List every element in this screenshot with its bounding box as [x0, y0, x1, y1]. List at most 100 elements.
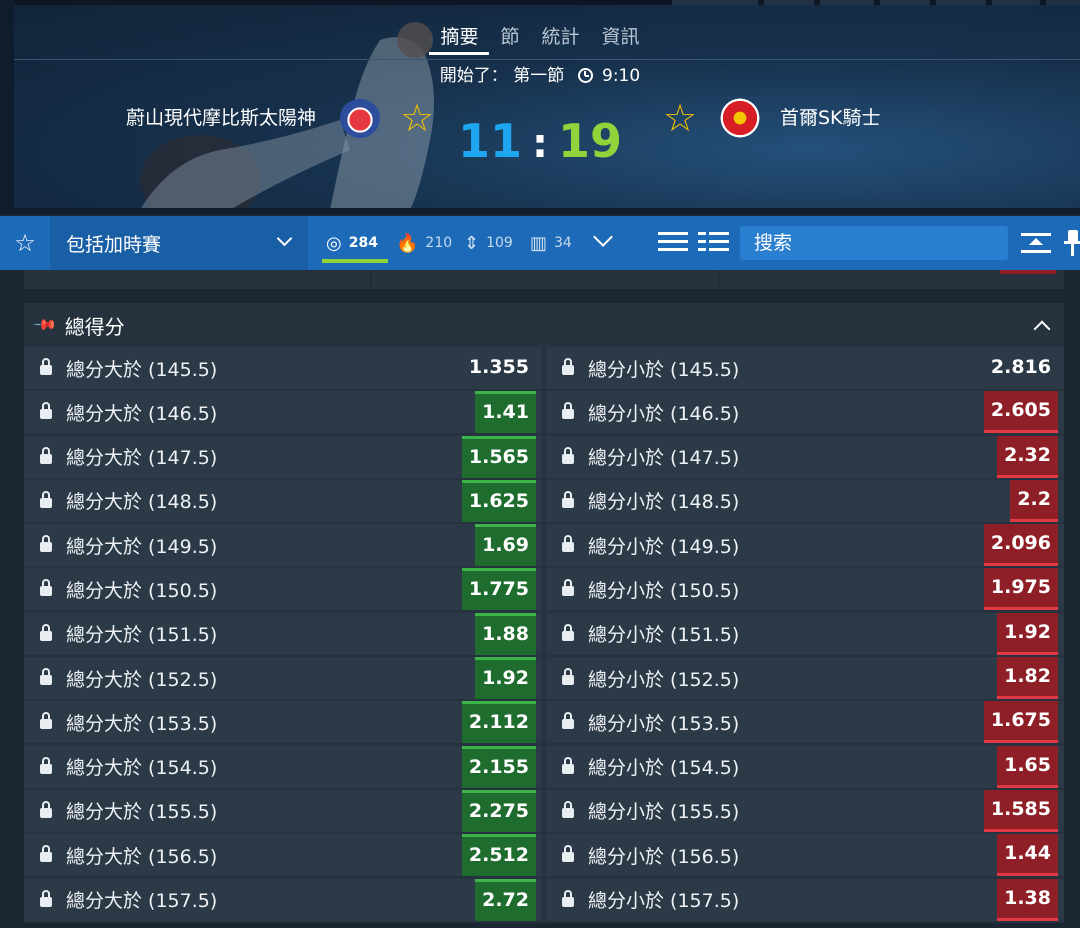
header-bottom-edge — [0, 208, 1080, 214]
lock-icon — [562, 579, 574, 597]
under-outcome-button[interactable]: 總分小於 (145.5) 2.816 — [546, 347, 1064, 389]
away-team-logo — [720, 98, 760, 138]
over-outcome-button[interactable]: 總分大於 (156.5) 2.512 — [24, 834, 542, 877]
lock-icon — [40, 668, 52, 686]
under-odds-value: 2.32 — [997, 435, 1058, 478]
tab-quarter[interactable]: 節 — [489, 22, 530, 55]
lock-icon — [40, 490, 52, 508]
over-outcome-button[interactable]: 總分大於 (154.5) 2.155 — [24, 745, 542, 788]
handicap-markets-count: 109 — [486, 235, 513, 251]
under-outcome-button[interactable]: 總分小於 (149.5) 2.096 — [546, 524, 1064, 567]
over-outcome-button[interactable]: 總分大於 (150.5) 1.775 — [24, 568, 542, 611]
over-odds-value: 1.775 — [461, 568, 536, 611]
under-outcome-label: 總分小於 (146.5) — [588, 402, 740, 425]
lock-icon — [562, 845, 574, 863]
under-outcome-label: 總分小於 (149.5) — [588, 535, 740, 558]
over-outcome-label: 總分大於 (152.5) — [66, 668, 218, 691]
under-outcome-button[interactable]: 總分小於 (153.5) 1.675 — [546, 701, 1064, 744]
filter-stats-markets[interactable]: ▥ 34 — [530, 216, 572, 270]
market-row: 總分大於 (145.5) 1.355 總分小於 (145.5) 2.816 — [24, 347, 1064, 391]
under-outcome-label: 總分小於 (152.5) — [588, 668, 740, 691]
market-search-input[interactable] — [740, 226, 1008, 260]
lock-icon — [40, 446, 52, 464]
market-rows: 總分大於 (145.5) 1.355 總分小於 (145.5) 2.816 總分大於 (… — [24, 347, 1064, 923]
filter-popular-markets[interactable]: 🔥 210 — [396, 216, 452, 270]
expand-filters-chevron-icon[interactable] — [593, 227, 613, 247]
tab-stats[interactable]: 統計 — [531, 22, 591, 55]
under-outcome-button[interactable]: 總分小於 (148.5) 2.2 — [546, 479, 1064, 522]
collapse-all-icon[interactable] — [1021, 233, 1051, 253]
favorites-star-icon[interactable]: ☆ — [0, 216, 50, 270]
sort-icon: ⇕ — [464, 232, 480, 254]
over-outcome-button[interactable]: 總分大於 (145.5) 1.355 — [24, 347, 542, 389]
under-outcome-button[interactable]: 總分小於 (151.5) 1.92 — [546, 612, 1064, 655]
market-row: 總分大於 (146.5) 1.41 總分小於 (146.5) 2.605 — [24, 391, 1064, 435]
lock-icon — [562, 623, 574, 641]
under-outcome-button[interactable]: 總分小於 (152.5) 1.82 — [546, 657, 1064, 700]
under-outcome-label: 總分小於 (151.5) — [588, 624, 740, 647]
under-odds-value: 2.816 — [990, 356, 1051, 378]
away-team-name: 首爾SK騎士 — [780, 107, 881, 129]
over-outcome-label: 總分大於 (153.5) — [66, 712, 218, 735]
market-title: 總得分 — [64, 314, 125, 339]
match-status: 開始了： 第一節 9:10 — [0, 64, 1080, 88]
under-odds-value: 2.605 — [983, 391, 1058, 434]
over-outcome-button[interactable]: 總分大於 (157.5) 2.72 — [24, 878, 542, 921]
match-tabs: 摘要 節 統計 資訊 — [0, 22, 1080, 55]
over-outcome-button[interactable]: 總分大於 (151.5) 1.88 — [24, 612, 542, 655]
double-column-view-icon[interactable] — [698, 232, 729, 252]
under-outcome-button[interactable]: 總分小於 (155.5) 1.585 — [546, 789, 1064, 832]
over-odds-value: 1.88 — [475, 612, 536, 655]
previous-market-remnant — [24, 270, 1064, 290]
over-outcome-button[interactable]: 總分大於 (155.5) 2.275 — [24, 789, 542, 832]
total-points-market: 📌 總得分 總分大於 (145.5) 1.355 總分小於 (145.5) 2.816… — [24, 303, 1064, 923]
over-odds-value: 2.72 — [475, 878, 536, 921]
lock-icon — [40, 712, 52, 730]
under-odds-value: 1.65 — [997, 745, 1058, 788]
under-outcome-label: 總分小於 (154.5) — [588, 757, 740, 780]
under-outcome-label: 總分小於 (156.5) — [588, 845, 740, 868]
single-column-view-icon[interactable] — [658, 232, 688, 252]
chevron-up-icon[interactable] — [1033, 320, 1051, 338]
overtime-select[interactable]: 包括加時賽 — [50, 216, 308, 270]
lock-icon — [40, 845, 52, 863]
under-outcome-button[interactable]: 總分小於 (154.5) 1.65 — [546, 745, 1064, 788]
over-outcome-label: 總分大於 (150.5) — [66, 579, 218, 602]
over-outcome-button[interactable]: 總分大於 (146.5) 1.41 — [24, 391, 542, 434]
over-outcome-button[interactable]: 總分大於 (153.5) 2.112 — [24, 701, 542, 744]
overtime-select-label: 包括加時賽 — [66, 233, 162, 256]
under-odds-value: 1.975 — [983, 568, 1058, 611]
period-label: 第一節 — [513, 66, 565, 86]
over-outcome-button[interactable]: 總分大於 (149.5) 1.69 — [24, 524, 542, 567]
away-favorite-star-icon[interactable]: ☆ — [663, 98, 697, 138]
fire-icon: 🔥 — [396, 232, 419, 254]
under-outcome-label: 總分小於 (147.5) — [588, 447, 740, 470]
filter-handicap-markets[interactable]: ⇕ 109 — [464, 216, 513, 270]
lock-icon — [40, 800, 52, 818]
pin-icon[interactable]: 📌 — [32, 312, 58, 338]
under-outcome-button[interactable]: 總分小於 (150.5) 1.975 — [546, 568, 1064, 611]
header-divider — [14, 59, 1080, 60]
under-outcome-button[interactable]: 總分小於 (146.5) 2.605 — [546, 391, 1064, 434]
tab-summary[interactable]: 摘要 — [429, 22, 490, 55]
pin-icon[interactable] — [1064, 230, 1080, 256]
market-row: 總分大於 (156.5) 2.512 總分小於 (156.5) 1.44 — [24, 834, 1064, 878]
over-outcome-button[interactable]: 總分大於 (152.5) 1.92 — [24, 657, 542, 700]
over-odds-value: 1.69 — [475, 524, 536, 567]
over-outcome-button[interactable]: 總分大於 (147.5) 1.565 — [24, 435, 542, 478]
over-outcome-label: 總分大於 (149.5) — [66, 535, 218, 558]
under-outcome-button[interactable]: 總分小於 (147.5) 2.32 — [546, 435, 1064, 478]
market-header[interactable]: 📌 總得分 — [24, 303, 1064, 347]
over-outcome-button[interactable]: 總分大於 (148.5) 1.625 — [24, 479, 542, 522]
over-odds-value: 2.112 — [461, 701, 536, 744]
under-outcome-button[interactable]: 總分小於 (157.5) 1.38 — [546, 878, 1064, 921]
markets-list: 📌 總得分 總分大於 (145.5) 1.355 總分小於 (145.5) 2.816… — [0, 270, 1080, 928]
market-row: 總分大於 (154.5) 2.155 總分小於 (154.5) 1.65 — [24, 745, 1064, 790]
market-row: 總分大於 (150.5) 1.775 總分小於 (150.5) 1.975 — [24, 568, 1064, 612]
over-odds-value: 1.92 — [475, 657, 536, 700]
under-outcome-button[interactable]: 總分小於 (156.5) 1.44 — [546, 834, 1064, 877]
market-row: 總分大於 (153.5) 2.112 總分小於 (153.5) 1.675 — [24, 701, 1064, 745]
under-outcome-label: 總分小於 (150.5) — [588, 579, 740, 602]
market-row: 總分大於 (152.5) 1.92 總分小於 (152.5) 1.82 — [24, 657, 1064, 701]
tab-info[interactable]: 資訊 — [591, 22, 651, 55]
